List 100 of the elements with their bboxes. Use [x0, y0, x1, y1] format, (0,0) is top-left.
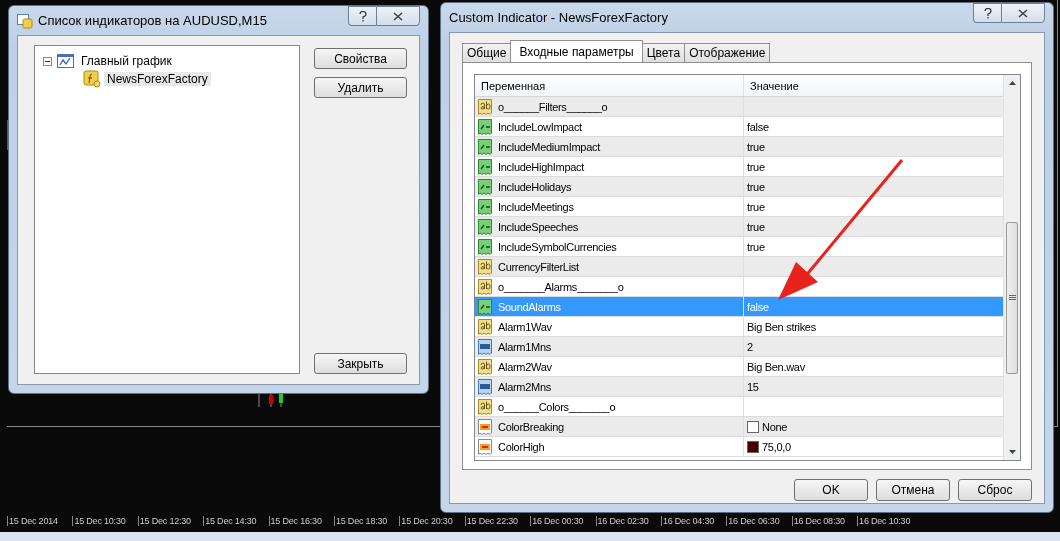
variable-value: false [747, 300, 769, 313]
table-row[interactable]: IncludeSymbolCurrencies true [475, 237, 1003, 257]
text-type-icon [477, 357, 495, 376]
close-icon [1018, 8, 1028, 18]
tab[interactable]: Отображение [684, 43, 771, 62]
variable-value: true [747, 240, 765, 253]
variable-name: o_______Alarms_______o [498, 280, 624, 293]
number-type-icon [477, 377, 495, 396]
variable-value: Big Ben strikes [747, 320, 816, 333]
window-title: Custom Indicator - NewsForexFactory [449, 10, 668, 25]
color-type-icon [477, 417, 495, 436]
variable-value: 15 [747, 380, 759, 393]
scrollbar[interactable] [1003, 75, 1020, 460]
boolean-type-icon [477, 137, 495, 156]
close-button[interactable] [376, 6, 420, 26]
variable-name: IncludeMeetings [498, 200, 574, 213]
table-row[interactable]: ColorHigh 75,0,0 [475, 437, 1003, 457]
number-type-icon [477, 337, 495, 356]
text-type-icon [477, 317, 495, 336]
time-label: 15 Dec 12:30 [137, 516, 204, 526]
table-row[interactable]: o_______Alarms_______o [475, 277, 1003, 297]
time-label: 15 Dec 2014 [7, 516, 73, 526]
text-type-icon [477, 97, 495, 116]
variable-name: CurrencyFilterList [498, 260, 579, 273]
help-icon [358, 10, 367, 22]
tree-item[interactable]: Главный график [78, 54, 175, 68]
boolean-type-icon [477, 177, 495, 196]
variable-value: true [747, 140, 765, 153]
variable-value: None [762, 420, 788, 433]
reset-button[interactable]: Сброс [958, 479, 1032, 501]
variable-name: Alarm2Mns [498, 380, 551, 393]
table-row[interactable]: Alarm1Mns 2 [475, 337, 1003, 357]
variable-name: Alarm2Wav [498, 360, 552, 373]
time-label: 16 Dec 06:30 [726, 516, 792, 526]
variable-value: 75,0,0 [762, 440, 791, 453]
variable-value: true [747, 220, 765, 233]
column-header[interactable]: Переменная [475, 75, 744, 96]
scroll-down-icon[interactable] [1008, 450, 1016, 454]
help-button[interactable] [973, 3, 1001, 23]
delete-button[interactable]: Удалить [314, 77, 407, 98]
tab[interactable]: Входные параметры [510, 40, 643, 62]
variable-name: IncludeSymbolCurrencies [498, 240, 617, 253]
help-button[interactable] [348, 6, 376, 26]
variable-value: false [747, 120, 769, 133]
close-button[interactable] [1001, 3, 1045, 23]
tab[interactable]: Общие [462, 43, 512, 62]
close-button[interactable]: Закрыть [314, 353, 407, 374]
variable-name: IncludeLowImpact [498, 120, 582, 133]
column-header[interactable]: Значение [744, 75, 1003, 96]
table-row[interactable]: ColorBreaking None [475, 417, 1003, 437]
boolean-type-icon [477, 157, 495, 176]
table-row[interactable]: Alarm1Wav Big Ben strikes [475, 317, 1003, 337]
time-label: 16 Dec 02:30 [595, 516, 661, 526]
table-row[interactable]: IncludeLowImpact false [475, 117, 1003, 137]
grip-icon [1008, 295, 1016, 301]
table-row[interactable]: IncludeMeetings true [475, 197, 1003, 217]
variable-name: IncludeSpeeches [498, 220, 578, 233]
variable-name: Alarm1Mns [498, 340, 551, 353]
variable-value: true [747, 160, 765, 173]
variable-value: true [747, 180, 765, 193]
table-row[interactable]: CurrencyFilterList [475, 257, 1003, 277]
table-row[interactable]: o______Colors_______o [475, 397, 1003, 417]
time-label: 16 Dec 04:30 [660, 516, 727, 526]
table-row[interactable]: o______Filters______o [475, 97, 1003, 117]
variable-value: true [747, 200, 765, 213]
cancel-button[interactable]: Отмена [876, 479, 950, 501]
boolean-type-icon [477, 197, 495, 216]
table-row[interactable]: IncludeSpeeches true [475, 217, 1003, 237]
variable-name: ColorBreaking [498, 420, 564, 433]
tree-item[interactable]: NewsForexFactory [104, 72, 211, 86]
ok-button[interactable]: OK [794, 479, 868, 501]
variable-name: IncludeHolidays [498, 180, 572, 193]
help-icon [983, 7, 992, 19]
collapse-icon[interactable] [43, 56, 52, 66]
table-row[interactable]: Alarm2Wav Big Ben.wav [475, 357, 1003, 377]
boolean-type-icon [477, 237, 495, 256]
scroll-up-icon[interactable] [1008, 81, 1016, 85]
time-label: 16 Dec 10:30 [857, 516, 923, 526]
time-label: 15 Dec 14:30 [203, 516, 269, 526]
table-row[interactable]: IncludeHolidays true [475, 177, 1003, 197]
table-row[interactable]: Alarm2Mns 15 [475, 377, 1003, 397]
indicator-list-icon [17, 12, 33, 29]
indicator-icon [83, 70, 101, 88]
time-label: 15 Dec 20:30 [399, 516, 465, 526]
time-label: 15 Dec 22:30 [464, 516, 531, 526]
variable-name: IncludeHighImpact [498, 160, 584, 173]
variable-name: Alarm1Wav [498, 320, 552, 333]
close-icon [393, 11, 403, 21]
chart-window-icon [57, 53, 75, 69]
table-row[interactable]: IncludeHighImpact true [475, 157, 1003, 177]
text-type-icon [477, 277, 495, 296]
tab[interactable]: Цвета [641, 43, 686, 62]
properties-button[interactable]: Свойства [314, 48, 407, 69]
boolean-type-icon [477, 117, 495, 136]
table-row[interactable]: IncludeMediumImpact true [475, 137, 1003, 157]
scroll-thumb[interactable] [1006, 222, 1018, 374]
time-label: 15 Dec 16:30 [268, 516, 334, 526]
variable-value: Big Ben.wav [747, 360, 805, 373]
variable-name: SoundAlarms [498, 300, 561, 313]
time-label: 16 Dec 08:30 [791, 516, 858, 526]
